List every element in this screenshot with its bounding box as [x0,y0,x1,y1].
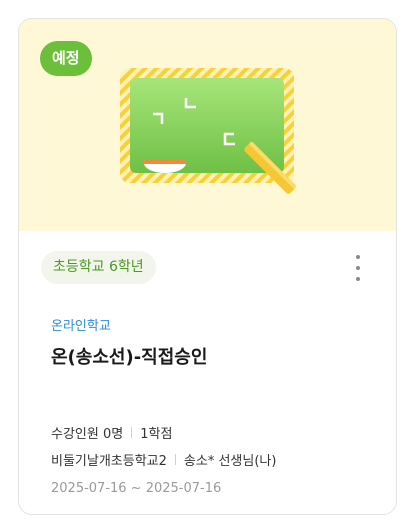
status-badge: 예정 [40,41,92,76]
course-dates: 2025-07-16 ~ 2025-07-16 [51,481,222,496]
dot [356,277,360,281]
teacher-name: 송소* 선생님(나) [183,454,277,469]
course-info: 초등학교 6학년 온라인학교 온(송소선)-직접승인 수강인원 0명 1학점 비… [19,231,396,514]
course-title[interactable]: 온(송소선)-직접승인 [51,343,207,369]
course-category: 온라인학교 [51,319,111,334]
more-vertical-icon[interactable] [349,253,367,283]
credits: 1학점 [140,427,173,442]
dot [356,255,360,259]
school-name: 비둘기날개초등학교2 [51,454,167,469]
enrollment-count: 수강인원 0명 [51,427,124,442]
course-banner: 예정 [19,19,396,231]
chalkboard-icon [120,68,297,194]
course-meta-row: 수강인원 0명 1학점 [51,423,172,442]
course-owner-row: 비둘기날개초등학교2 송소* 선생님(나) [51,450,276,469]
divider [131,427,133,438]
dot [356,266,360,270]
course-card[interactable]: 예정 초등학교 6학년 온라인학교 온(송소선)-직접승인 수강인원 0명 1학… [18,18,397,515]
grade-chip: 초등학교 6학년 [41,251,156,284]
divider [174,454,176,465]
